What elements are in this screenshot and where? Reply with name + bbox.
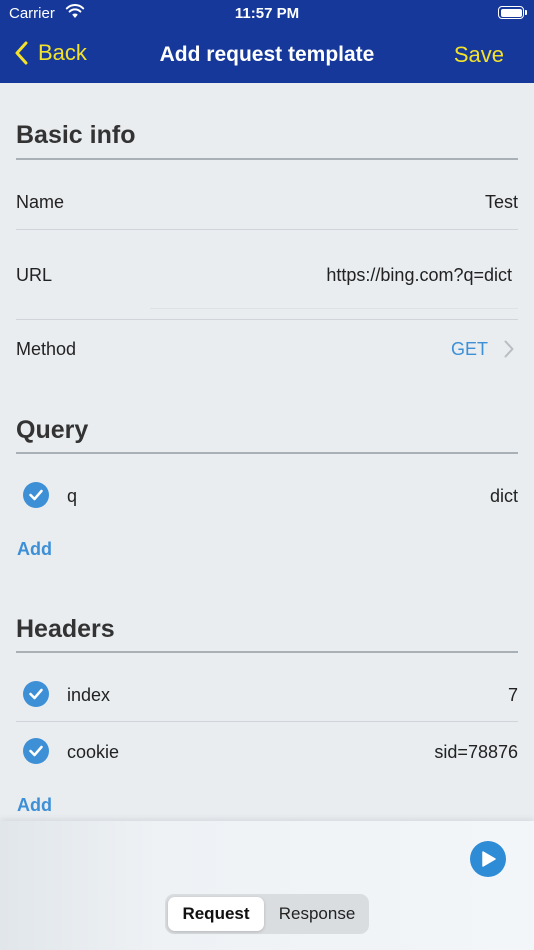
header-row[interactable]: cookie sid=78876 bbox=[16, 732, 518, 772]
query-param-row[interactable]: q dict bbox=[16, 476, 518, 516]
checkmark-circle-icon[interactable] bbox=[23, 738, 49, 764]
save-button[interactable]: Save bbox=[454, 42, 504, 68]
url-value[interactable]: https://bing.com?q=dict bbox=[326, 265, 512, 286]
query-param-key[interactable]: q bbox=[67, 486, 77, 507]
name-label: Name bbox=[16, 192, 65, 212]
name-row[interactable]: Name Test bbox=[16, 182, 518, 222]
checkmark-circle-icon[interactable] bbox=[23, 681, 49, 707]
section-title-query: Query bbox=[16, 416, 89, 444]
checkmark-circle-icon[interactable] bbox=[23, 482, 49, 508]
section-divider bbox=[16, 158, 518, 160]
battery-icon bbox=[498, 6, 527, 19]
section-divider bbox=[16, 452, 518, 454]
url-underline bbox=[150, 308, 518, 309]
tab-request[interactable]: Request bbox=[168, 897, 264, 931]
navigation-bar: Back Add request template Save bbox=[0, 28, 534, 83]
add-header-button[interactable]: Add bbox=[17, 795, 52, 816]
header-key[interactable]: index bbox=[67, 685, 110, 706]
status-bar: Carrier 11:57 PM bbox=[0, 0, 534, 28]
section-title-basic-info: Basic info bbox=[16, 121, 136, 149]
request-response-segmented-control: Request Response bbox=[165, 894, 369, 934]
method-value[interactable]: GET bbox=[451, 339, 488, 360]
header-row[interactable]: index 7 bbox=[16, 675, 518, 715]
header-value[interactable]: sid=78876 bbox=[434, 742, 518, 763]
name-value[interactable]: Test bbox=[485, 192, 518, 213]
add-query-button[interactable]: Add bbox=[17, 539, 52, 560]
bottom-panel: Request Response bbox=[0, 821, 534, 950]
url-row[interactable]: URL https://bing.com?q=dict bbox=[16, 255, 518, 295]
row-divider bbox=[16, 229, 518, 230]
section-divider bbox=[16, 651, 518, 653]
section-title-headers: Headers bbox=[16, 615, 115, 643]
status-time: 11:57 PM bbox=[234, 5, 300, 22]
row-divider bbox=[16, 721, 518, 722]
method-row[interactable]: Method GET bbox=[16, 329, 518, 369]
header-key[interactable]: cookie bbox=[67, 742, 119, 763]
chevron-right-icon bbox=[504, 340, 514, 363]
url-label: URL bbox=[16, 265, 53, 285]
row-divider bbox=[16, 319, 518, 320]
method-label: Method bbox=[16, 339, 77, 359]
tab-response[interactable]: Response bbox=[268, 897, 366, 931]
play-icon bbox=[482, 851, 496, 867]
query-param-value[interactable]: dict bbox=[490, 486, 518, 507]
header-value[interactable]: 7 bbox=[508, 685, 518, 706]
play-button[interactable] bbox=[470, 841, 506, 877]
